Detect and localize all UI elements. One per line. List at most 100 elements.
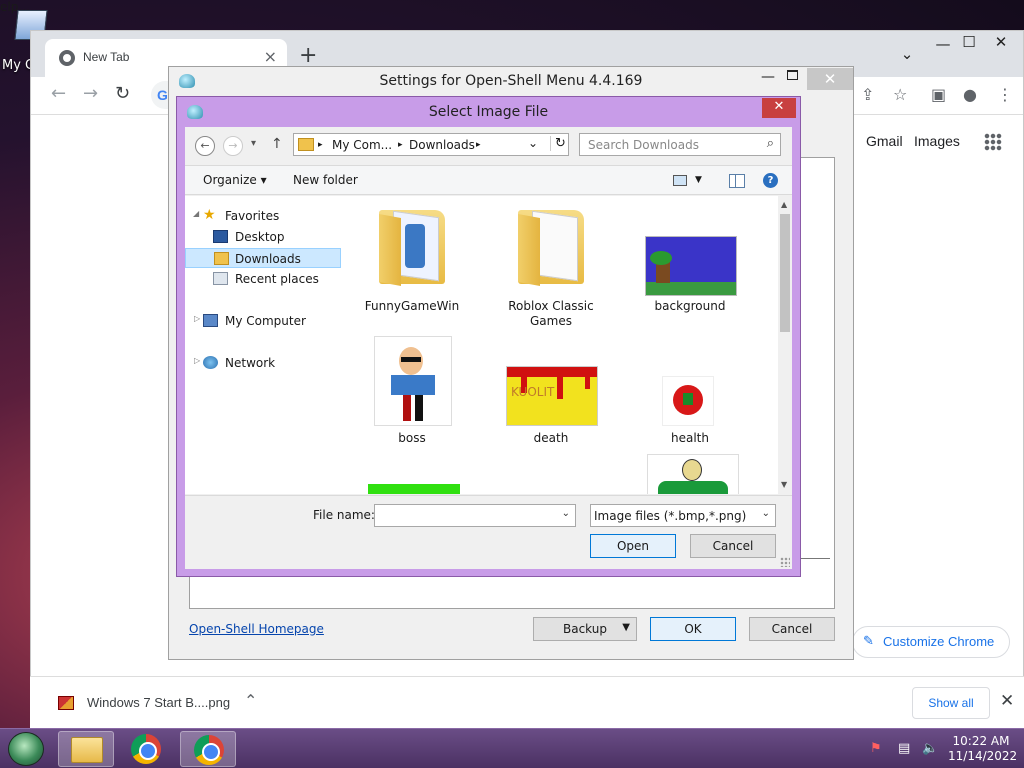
view-dropdown-arrow-icon[interactable]: ▼ xyxy=(695,175,702,185)
tab-search-icon[interactable]: ⌄ xyxy=(891,45,923,69)
folder-icon xyxy=(518,206,584,286)
nav-label: Network xyxy=(225,356,276,370)
file-item[interactable]: KUOLIT death xyxy=(496,336,606,462)
preview-pane-icon[interactable] xyxy=(729,174,745,188)
folder-icon xyxy=(379,206,445,286)
backup-button[interactable]: Backup ▼ xyxy=(533,617,637,641)
tab-close-icon[interactable]: × xyxy=(264,47,277,66)
action-center-flag-icon[interactable]: ⚑ xyxy=(870,741,882,756)
image-thumbnail[interactable] xyxy=(368,484,460,494)
reload-icon[interactable]: ↻ xyxy=(115,83,130,104)
side-panel-icon[interactable]: ▣ xyxy=(931,85,946,104)
image-thumbnail[interactable] xyxy=(647,454,739,494)
back-icon[interactable]: ← xyxy=(51,83,66,104)
nav-downloads[interactable]: Downloads xyxy=(185,248,341,268)
file-item[interactable]: health xyxy=(635,336,745,462)
network-icon[interactable]: ▤ xyxy=(898,741,910,756)
chevron-down-icon[interactable]: ⌄ xyxy=(762,508,770,519)
file-item[interactable]: Roblox Classic Games xyxy=(496,204,606,330)
clock-date: 11/14/2022 xyxy=(948,749,1018,763)
breadcrumb-downloads[interactable]: Downloads xyxy=(409,138,475,152)
system-clock[interactable]: 10:22 AM 11/14/2022 xyxy=(948,734,1018,764)
taskbar-chrome-active-button[interactable] xyxy=(180,731,236,767)
nav-desktop[interactable]: Desktop xyxy=(185,227,341,247)
file-type-select[interactable]: Image files (*.bmp,*.png) ⌄ xyxy=(590,504,776,527)
scroll-up-icon[interactable]: ▲ xyxy=(781,200,787,209)
profile-avatar[interactable]: ● xyxy=(963,85,977,104)
organize-menu[interactable]: Organize ▾ xyxy=(203,173,267,187)
clock-time: 10:22 AM xyxy=(952,734,1010,748)
settings-close-button[interactable]: ✕ xyxy=(807,68,853,90)
settings-minimize-button[interactable]: — xyxy=(761,69,775,85)
recent-locations-icon[interactable]: ▾ xyxy=(251,138,256,149)
backup-label: Backup xyxy=(563,622,607,636)
change-view-icon[interactable] xyxy=(673,175,687,186)
breadcrumb-my-computer[interactable]: My Com... xyxy=(332,138,392,152)
nav-my-computer[interactable]: ▷ My Computer xyxy=(185,311,341,331)
new-tab-button[interactable]: + xyxy=(299,43,317,68)
png-file-icon xyxy=(58,696,74,710)
help-icon[interactable]: ? xyxy=(763,173,778,188)
gmail-link[interactable]: Gmail xyxy=(866,133,903,149)
refresh-icon[interactable]: ↻ xyxy=(550,136,566,151)
taskbar: ⚑ ▤ 🔈 10:22 AM 11/14/2022 xyxy=(0,728,1024,768)
close-button[interactable]: ✕ xyxy=(985,33,1017,57)
settings-maximize-button[interactable] xyxy=(787,70,798,80)
customize-chrome-label: Customize Chrome xyxy=(883,634,995,649)
image-thumbnail xyxy=(645,236,737,296)
scrollbar-thumb[interactable] xyxy=(780,214,790,332)
file-item[interactable]: FunnyGameWin xyxy=(357,204,467,330)
ok-button[interactable]: OK xyxy=(650,617,736,641)
file-list-scrollbar[interactable]: ▲ ▼ xyxy=(778,196,792,494)
download-item[interactable]: Windows 7 Start B....png xyxy=(87,695,230,710)
expander-icon[interactable]: ◢ xyxy=(193,209,199,218)
nav-network[interactable]: ▷ Network xyxy=(185,353,341,373)
nav-label: Downloads xyxy=(235,252,301,266)
search-input[interactable]: Search Downloads ⌕ xyxy=(579,133,781,156)
file-name: health xyxy=(671,431,709,445)
maximize-button[interactable]: ☐ xyxy=(953,33,985,57)
forward-icon[interactable]: → xyxy=(83,83,98,104)
file-item[interactable]: boss xyxy=(357,336,467,462)
show-all-button[interactable]: Show all xyxy=(912,687,990,719)
start-button[interactable] xyxy=(8,732,44,766)
file-name-label: File name: xyxy=(313,508,375,522)
dialog-close-button[interactable]: ✕ xyxy=(762,98,796,118)
menu-icon[interactable]: ⋮ xyxy=(997,85,1013,104)
resize-grip[interactable] xyxy=(780,557,790,567)
scroll-down-icon[interactable]: ▼ xyxy=(781,480,787,489)
open-shell-homepage-link[interactable]: Open-Shell Homepage xyxy=(189,622,324,636)
back-button[interactable]: ← xyxy=(195,136,215,156)
nav-favorites[interactable]: ◢ ★ Favorites xyxy=(185,206,341,226)
taskbar-explorer-button[interactable] xyxy=(58,731,114,767)
images-link[interactable]: Images xyxy=(914,133,960,149)
taskbar-chrome-button[interactable] xyxy=(118,731,174,767)
forward-button[interactable]: → xyxy=(223,136,243,156)
expander-icon[interactable]: ▷ xyxy=(194,356,200,365)
breadcrumb-separator: ▸ xyxy=(398,140,403,150)
chevron-down-icon[interactable]: ⌄ xyxy=(562,508,570,519)
dialog-body: ← → ▾ ↑ ▸ My Com... ▸ Downloads ▸ ⌄ ↻ Se… xyxy=(185,127,792,569)
close-download-bar-icon[interactable]: ✕ xyxy=(1000,691,1014,711)
chevron-up-icon[interactable]: ⌃ xyxy=(244,691,257,710)
settings-cancel-button[interactable]: Cancel xyxy=(749,617,835,641)
nav-recent-places[interactable]: Recent places xyxy=(185,269,341,289)
bookmark-star-icon[interactable]: ☆ xyxy=(893,85,907,104)
open-button[interactable]: Open xyxy=(590,534,676,558)
customize-chrome-button[interactable]: ✎ Customize Chrome xyxy=(852,626,1010,658)
file-type-value: Image files (*.bmp,*.png) xyxy=(594,509,747,523)
file-name-field[interactable]: ⌄ xyxy=(374,504,576,527)
volume-icon[interactable]: 🔈 xyxy=(922,741,938,756)
share-icon[interactable]: ⇪ xyxy=(861,85,874,104)
google-apps-icon[interactable] xyxy=(984,133,1002,151)
expander-icon[interactable]: ▷ xyxy=(194,314,200,323)
dialog-title: Select Image File xyxy=(428,104,549,120)
new-folder-button[interactable]: New folder xyxy=(293,173,358,187)
address-bar[interactable]: ▸ My Com... ▸ Downloads ▸ ⌄ ↻ xyxy=(293,133,569,156)
downloads-folder-icon xyxy=(214,252,229,265)
file-item[interactable]: background xyxy=(635,204,745,330)
divider xyxy=(800,558,830,559)
address-dropdown-icon[interactable]: ⌄ xyxy=(528,136,538,150)
dialog-cancel-button[interactable]: Cancel xyxy=(690,534,776,558)
up-arrow-icon[interactable]: ↑ xyxy=(271,136,283,152)
